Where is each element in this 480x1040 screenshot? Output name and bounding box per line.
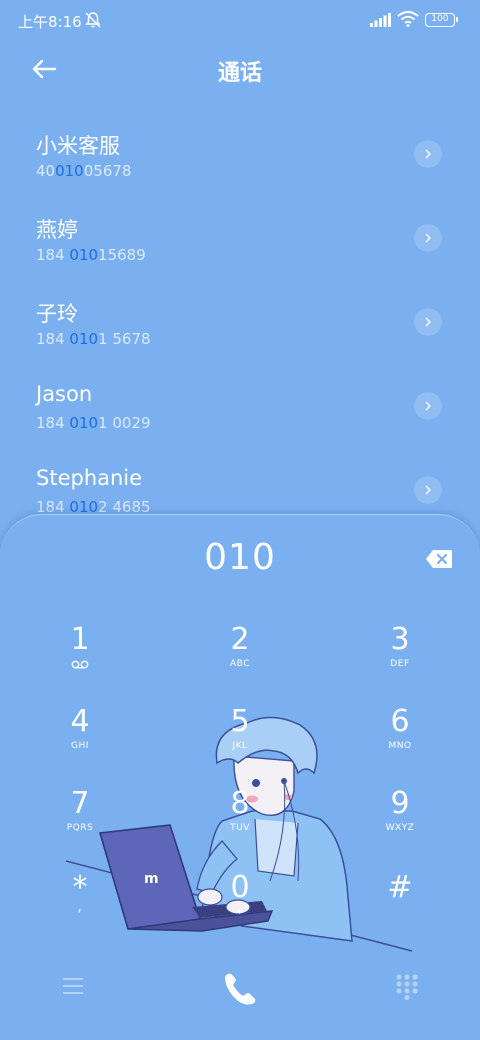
chevron-right-icon bbox=[425, 317, 432, 327]
key-letters: PQRS bbox=[66, 823, 94, 833]
number-match: 010 bbox=[69, 246, 99, 264]
key-digit: 3 bbox=[390, 622, 410, 657]
number-prefix: 184 bbox=[36, 330, 70, 348]
dialed-number-display[interactable]: 010 bbox=[0, 537, 480, 578]
cell-signal-icon bbox=[370, 13, 391, 27]
contact-detail-button[interactable] bbox=[414, 392, 442, 420]
contact-row[interactable]: 燕婷 184 01015689 bbox=[0, 196, 480, 280]
page-title: 通话 bbox=[217, 61, 262, 86]
contact-detail-button[interactable] bbox=[414, 224, 442, 252]
contact-number: 4001005678 bbox=[36, 162, 131, 180]
contact-detail-button[interactable] bbox=[414, 476, 442, 504]
chevron-right-icon bbox=[425, 149, 432, 159]
status-time: 上午8:16 bbox=[18, 13, 82, 31]
dialer-action-bar bbox=[0, 955, 480, 1015]
chevron-right-icon bbox=[425, 401, 432, 411]
number-prefix: 40 bbox=[36, 162, 56, 180]
key-digit: 4 bbox=[70, 704, 90, 739]
key-8[interactable]: 8 TUV bbox=[190, 787, 290, 857]
key-star[interactable]: * , bbox=[30, 871, 130, 941]
contact-row[interactable]: Jason 184 0101 0029 bbox=[0, 364, 480, 448]
contact-name: Stephanie bbox=[36, 466, 143, 490]
number-match: 010 bbox=[69, 330, 99, 348]
key-digit: 0 bbox=[230, 870, 250, 905]
key-4[interactable]: 4 GHI bbox=[30, 705, 130, 775]
phone-icon[interactable] bbox=[222, 970, 258, 1006]
contact-row[interactable]: 子玲 184 0101 5678 bbox=[0, 280, 480, 364]
key-6[interactable]: 6 MNO bbox=[350, 705, 450, 775]
key-letters: MNO bbox=[388, 741, 412, 751]
notifications-off-icon bbox=[85, 12, 101, 28]
number-suffix: 1 5678 bbox=[98, 330, 151, 348]
contact-name: 小米客服 bbox=[36, 134, 120, 158]
number-prefix: 184 bbox=[36, 414, 70, 432]
key-0[interactable]: 0 + bbox=[190, 871, 290, 941]
key-5[interactable]: 5 JKL bbox=[190, 705, 290, 775]
number-match: 010 bbox=[69, 414, 99, 432]
svg-text:m: m bbox=[144, 871, 159, 887]
key-digit: # bbox=[387, 870, 413, 905]
wifi-icon bbox=[397, 11, 419, 27]
contact-row[interactable]: 小米客服 4001005678 bbox=[0, 112, 480, 196]
contact-detail-button[interactable] bbox=[414, 140, 442, 168]
key-9[interactable]: 9 WXYZ bbox=[350, 787, 450, 857]
key-digit: 8 bbox=[230, 786, 250, 821]
number-suffix: 15689 bbox=[98, 246, 146, 264]
number-suffix: 1 0029 bbox=[98, 414, 151, 432]
contact-name: 子玲 bbox=[36, 302, 78, 326]
contact-number: 184 01015689 bbox=[36, 246, 146, 264]
key-letters: + bbox=[235, 907, 245, 917]
chevron-right-icon bbox=[425, 485, 432, 495]
menu-icon[interactable] bbox=[63, 977, 83, 995]
key-digit: 5 bbox=[230, 704, 250, 739]
status-bar: 上午8:16 100 bbox=[0, 0, 480, 40]
key-2[interactable]: 2 ABC bbox=[190, 623, 290, 693]
number-match: 010 bbox=[55, 162, 84, 180]
chevron-right-icon bbox=[425, 233, 432, 243]
key-digit: 1 bbox=[70, 622, 90, 657]
key-letters: GHI bbox=[71, 741, 89, 751]
key-digit: 6 bbox=[390, 704, 410, 739]
key-digit: 7 bbox=[70, 786, 90, 821]
key-hash[interactable]: # bbox=[350, 871, 450, 941]
dialpad-icon[interactable] bbox=[396, 974, 418, 1000]
voicemail-icon bbox=[71, 660, 89, 669]
key-3[interactable]: 3 DEF bbox=[350, 623, 450, 693]
key-letters: DEF bbox=[390, 659, 410, 669]
contact-number: 184 0101 0029 bbox=[36, 414, 151, 432]
contact-number: 184 0101 5678 bbox=[36, 330, 151, 348]
contact-name: 燕婷 bbox=[36, 218, 78, 242]
number-prefix: 184 bbox=[36, 246, 70, 264]
contact-name: Jason bbox=[36, 382, 93, 406]
key-1[interactable]: 1 bbox=[30, 623, 130, 693]
key-letters: TUV bbox=[230, 823, 250, 833]
key-letters: JKL bbox=[232, 741, 248, 751]
key-letters: , bbox=[77, 899, 83, 915]
key-7[interactable]: 7 PQRS bbox=[30, 787, 130, 857]
backspace-icon[interactable] bbox=[425, 549, 453, 569]
key-digit: 2 bbox=[230, 622, 250, 657]
key-letters: WXYZ bbox=[385, 823, 415, 833]
key-letters: ABC bbox=[230, 659, 250, 669]
battery-icon: 100 bbox=[425, 13, 458, 27]
number-suffix: 05678 bbox=[83, 162, 132, 180]
battery-level: 100 bbox=[431, 14, 449, 24]
key-digit: 9 bbox=[390, 786, 410, 821]
contact-detail-button[interactable] bbox=[414, 308, 442, 336]
dialer-panel: 010 m 1 2 ABC 3 DEF 4 GHI 5 JKL 6 MNO 7 … bbox=[0, 514, 480, 1040]
